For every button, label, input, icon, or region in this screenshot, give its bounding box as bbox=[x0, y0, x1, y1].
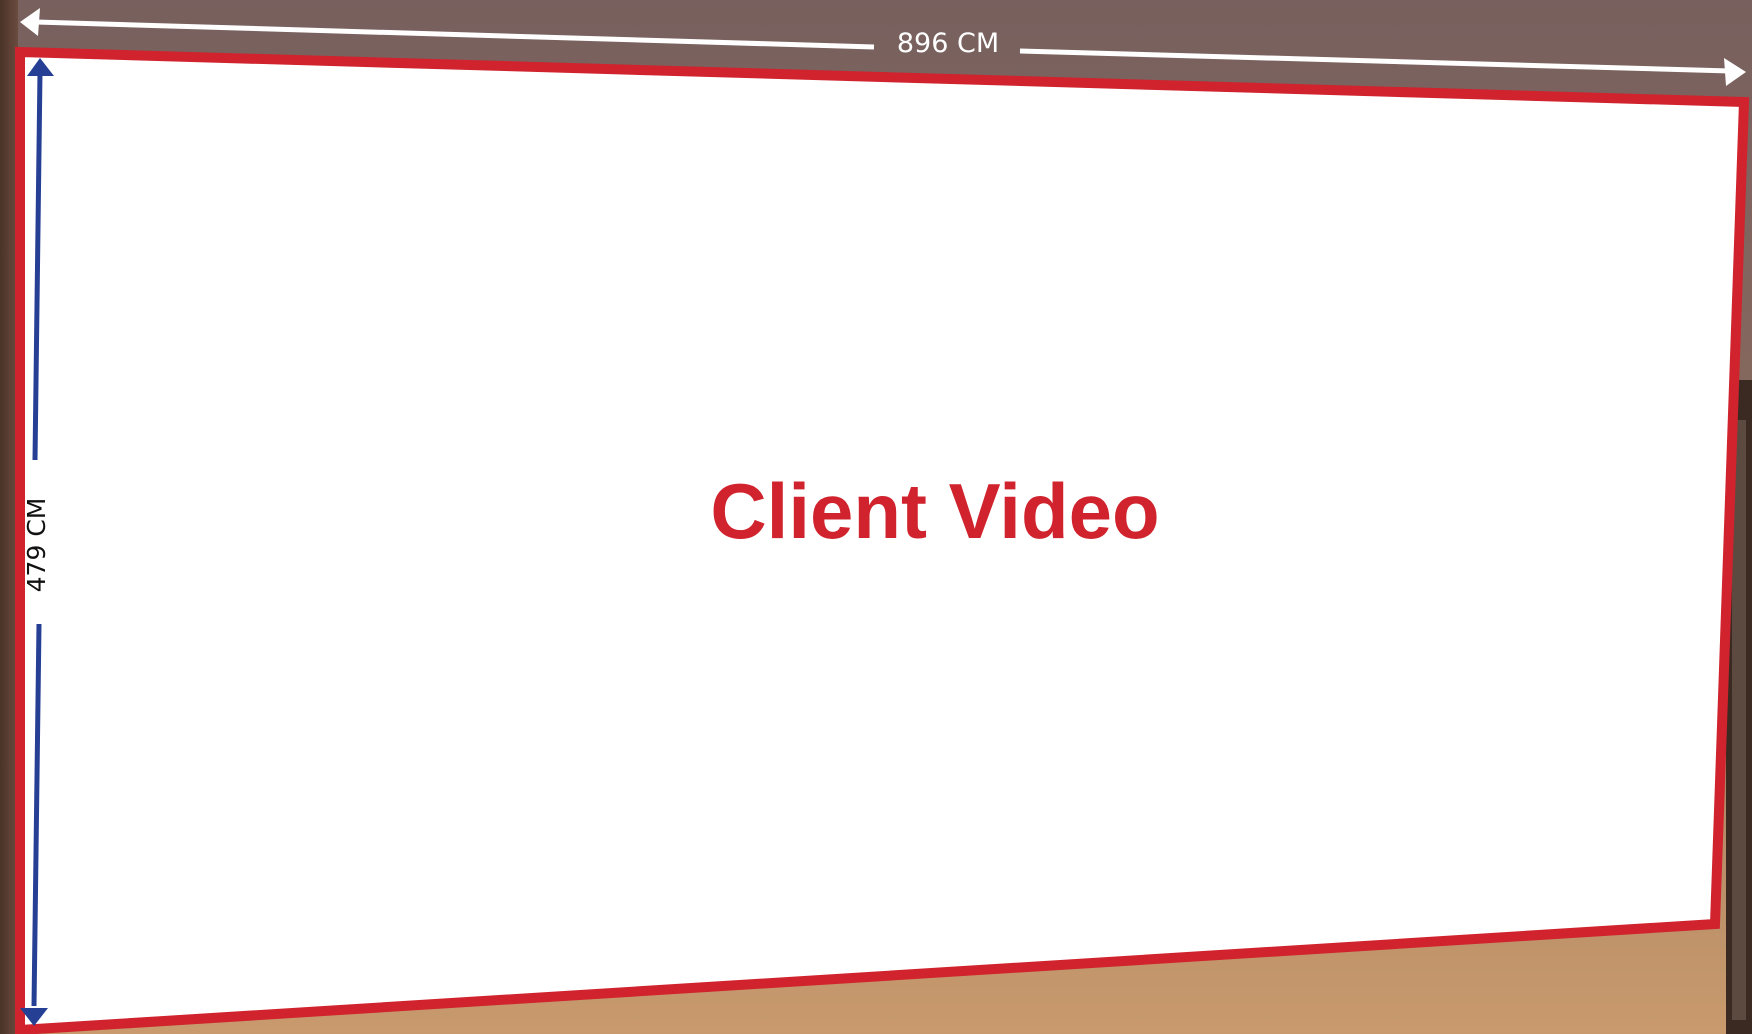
width-label: 896 CM bbox=[897, 28, 999, 59]
diagram-canvas: 896 CM 479 CM Client Video bbox=[0, 0, 1752, 1034]
screen-title: Client Video bbox=[710, 467, 1159, 555]
height-label: 479 CM bbox=[22, 498, 51, 593]
